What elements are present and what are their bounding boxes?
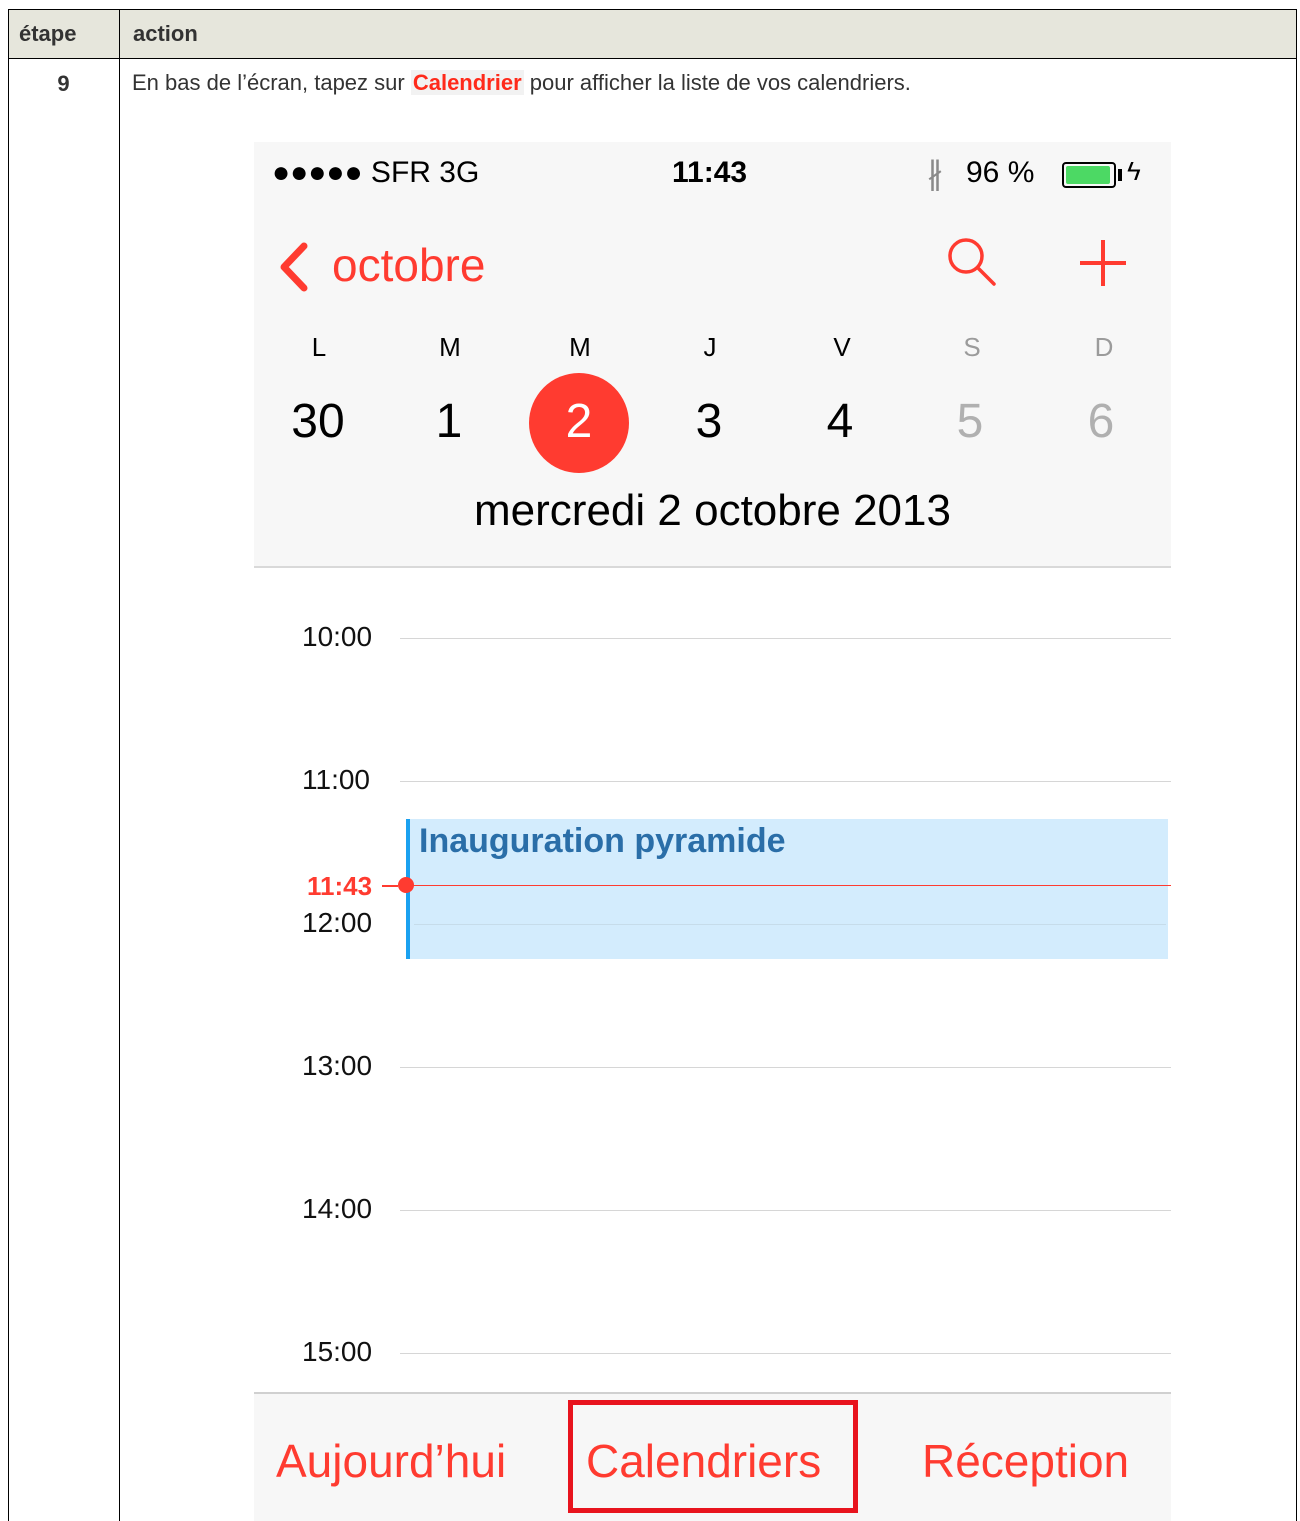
hour-label: 12:00	[302, 907, 373, 938]
weekday-label: J	[703, 332, 717, 362]
table-border-right	[1296, 58, 1297, 1521]
hour-label: 15:00	[302, 1336, 373, 1367]
day-cell[interactable]: 6	[1051, 394, 1151, 449]
hour-line	[414, 924, 1166, 925]
carrier-signal: ●●●●● SFR 3G	[272, 156, 480, 189]
hour-line	[400, 1353, 1171, 1354]
hour-line	[400, 638, 1171, 639]
day-cell[interactable]: 3	[659, 394, 759, 449]
battery-fill	[1066, 166, 1111, 184]
highlight-box	[568, 1400, 858, 1513]
weekday-label: M	[569, 332, 591, 362]
current-time-label: 11:43	[307, 871, 373, 901]
hour-label: 14:00	[302, 1193, 373, 1224]
current-time-dot	[398, 877, 414, 893]
weekday-label: V	[833, 332, 851, 362]
back-button[interactable]: octobre	[332, 238, 485, 292]
step-number: 9	[57, 71, 70, 96]
current-time-tick	[382, 885, 398, 887]
chevron-left-icon[interactable]	[276, 242, 312, 292]
hour-line	[400, 781, 1171, 782]
bluetooth-icon: ∦	[927, 155, 943, 191]
weekday-label: S	[963, 332, 981, 362]
search-icon[interactable]	[944, 234, 998, 288]
event-title[interactable]: Inauguration pyramide	[419, 822, 786, 861]
calendar-screenshot: ●●●●● SFR 3G 11:43 ∦ 96 % ϟ octobre L M …	[254, 142, 1171, 1521]
weekday-label: D	[1094, 332, 1114, 362]
battery-nub	[1118, 169, 1122, 181]
header-action: action	[133, 21, 198, 46]
table-border-left	[8, 58, 9, 1521]
hour-label: 11:00	[302, 764, 370, 795]
charging-icon: ϟ	[1127, 156, 1141, 186]
header-step: étape	[19, 21, 77, 46]
instruction-highlight: Calendrier	[410, 70, 524, 95]
weekday-label: L	[311, 332, 327, 362]
column-divider	[119, 9, 120, 1521]
hour-label: 10:00	[302, 621, 373, 652]
instruction-text: En bas de l’écran, tapez sur Calendrier …	[132, 70, 911, 96]
calendar-header: ●●●●● SFR 3G 11:43 ∦ 96 % ϟ octobre L M …	[254, 142, 1171, 568]
today-button[interactable]: Aujourd’hui	[276, 1434, 506, 1488]
hour-line	[400, 1067, 1171, 1068]
hour-label: 13:00	[302, 1050, 373, 1081]
add-event-icon[interactable]	[1078, 238, 1128, 288]
day-cell[interactable]: 30	[268, 394, 368, 449]
battery-percent: 96 %	[966, 156, 1035, 189]
battery-icon	[1062, 162, 1116, 188]
day-cell-selected[interactable]: 2	[529, 394, 629, 449]
weekday-label: M	[439, 332, 461, 362]
table-header: étape action	[8, 9, 1297, 59]
instruction-after: pour afficher la liste de vos calendrier…	[523, 70, 911, 95]
day-cell[interactable]: 1	[399, 394, 499, 449]
instruction-before: En bas de l’écran, tapez sur	[132, 70, 411, 95]
current-time-line	[412, 885, 1171, 886]
status-time: 11:43	[672, 156, 748, 189]
day-cell[interactable]: 4	[790, 394, 890, 449]
hour-line	[400, 1210, 1171, 1211]
day-cell[interactable]: 5	[920, 394, 1020, 449]
inbox-button[interactable]: Réception	[922, 1434, 1129, 1488]
selected-date-label: mercredi 2 octobre 2013	[474, 486, 951, 535]
